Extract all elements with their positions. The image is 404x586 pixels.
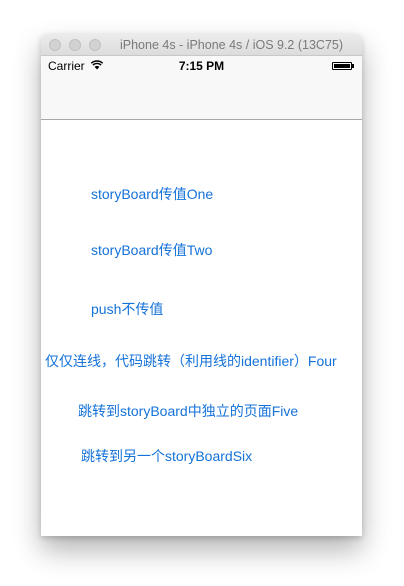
- segue-code-jump-four-button[interactable]: 仅仅连线，代码跳转（利用线的identifier）Four: [45, 352, 337, 370]
- simulator-window: iPhone 4s - iPhone 4s / iOS 9.2 (13C75) …: [41, 34, 362, 536]
- battery-tip: [352, 64, 354, 68]
- window-titlebar[interactable]: iPhone 4s - iPhone 4s / iOS 9.2 (13C75): [41, 34, 362, 56]
- storyboard-pass-value-two-button[interactable]: storyBoard传值Two: [91, 241, 212, 259]
- navigation-bar: [41, 76, 362, 120]
- close-window-button[interactable]: [49, 39, 61, 51]
- push-no-value-button[interactable]: push不传值: [91, 300, 163, 318]
- zoom-window-button[interactable]: [89, 39, 101, 51]
- ios-status-bar: Carrier 7:15 PM: [41, 56, 362, 76]
- another-storyboard-six-button[interactable]: 跳转到另一个storyBoardSix: [81, 447, 252, 465]
- battery-icon: [332, 62, 352, 70]
- desktop-background: iPhone 4s - iPhone 4s / iOS 9.2 (13C75) …: [0, 0, 404, 586]
- window-title: iPhone 4s - iPhone 4s / iOS 9.2 (13C75): [119, 38, 344, 52]
- main-content: storyBoard传值One storyBoard传值Two push不传值 …: [41, 120, 362, 536]
- independent-page-five-button[interactable]: 跳转到storyBoard中独立的页面Five: [78, 402, 298, 420]
- battery-level-fill: [334, 64, 350, 68]
- minimize-window-button[interactable]: [69, 39, 81, 51]
- status-time: 7:15 PM: [178, 59, 225, 73]
- storyboard-pass-value-one-button[interactable]: storyBoard传值One: [91, 185, 213, 203]
